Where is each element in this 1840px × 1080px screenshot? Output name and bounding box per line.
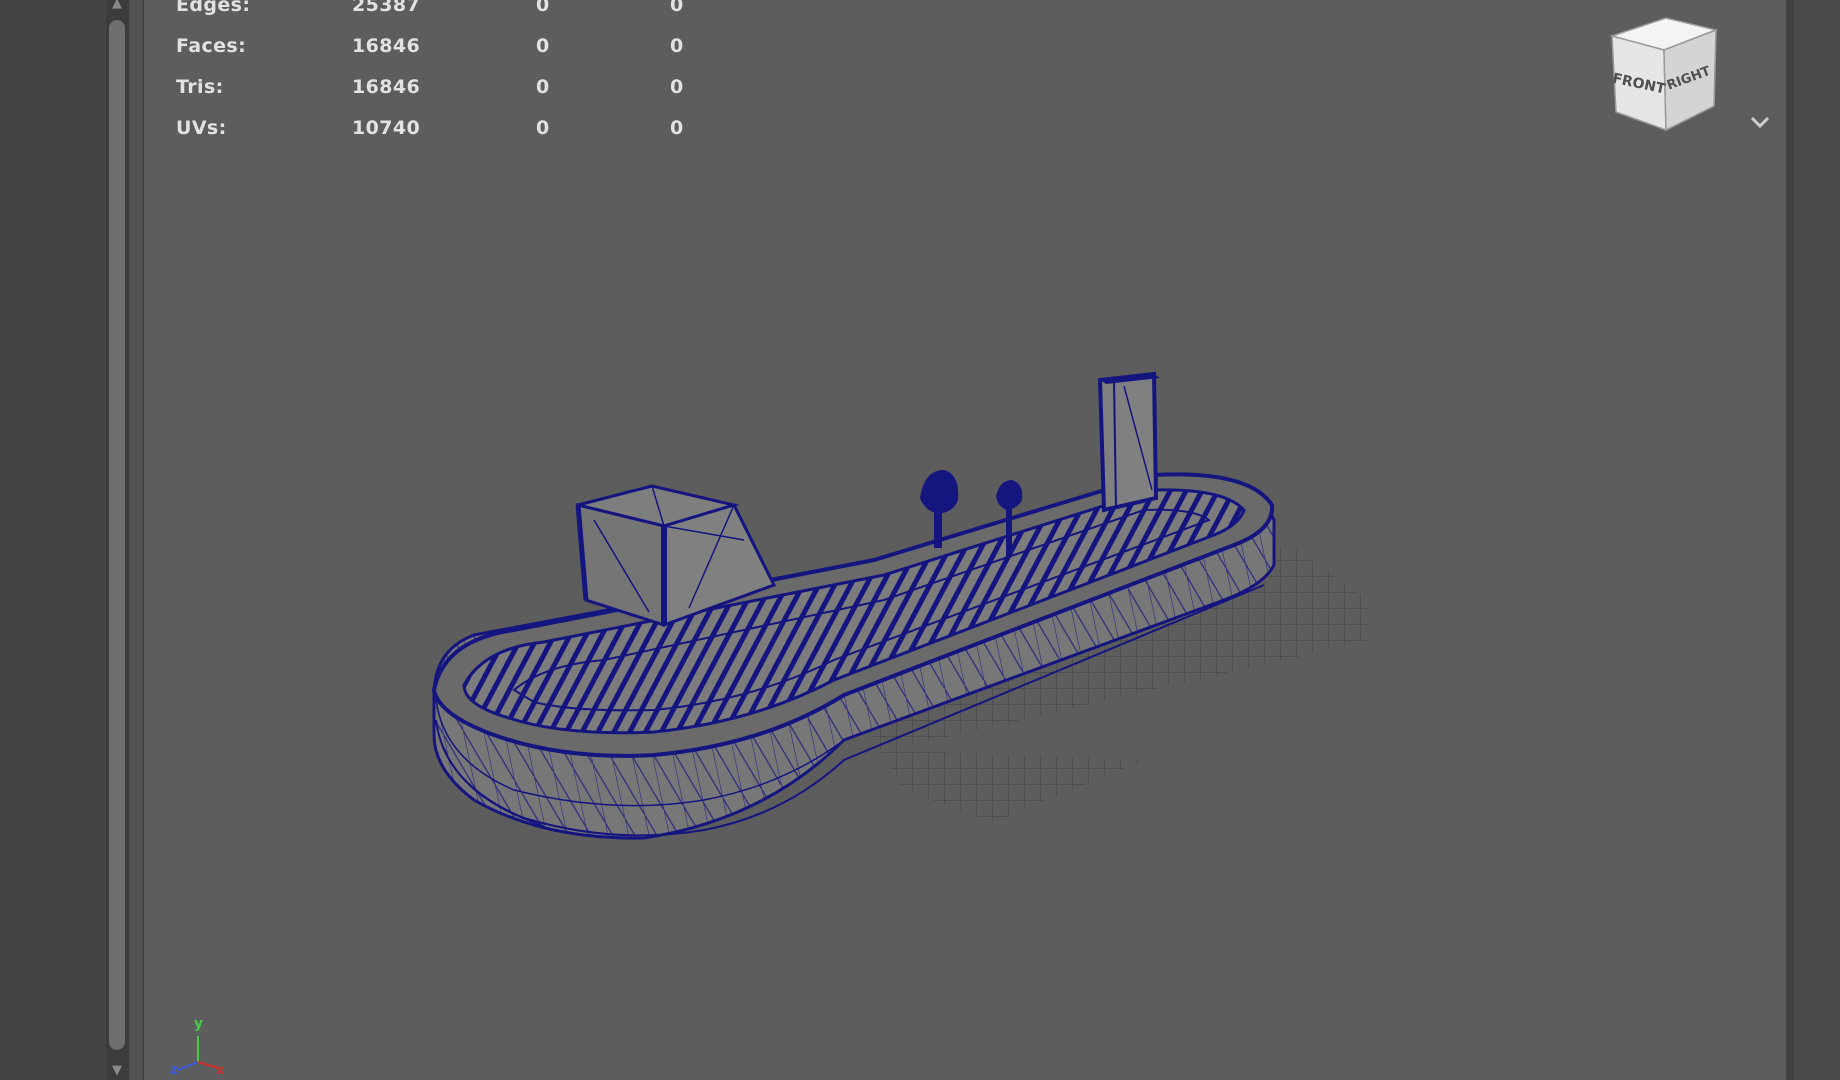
z-axis-label: z bbox=[170, 1063, 178, 1076]
vertical-scrollbar[interactable]: ▲ ▼ bbox=[106, 0, 128, 1080]
z-axis-line bbox=[177, 1061, 199, 1071]
scroll-up-arrow-icon[interactable]: ▲ bbox=[108, 0, 126, 11]
wireframe-model[interactable] bbox=[144, 0, 1786, 1080]
chevron-down-icon[interactable] bbox=[1748, 112, 1772, 132]
perspective-viewport[interactable]: Edges: 25387 0 0 Faces: 16846 0 0 Tris: … bbox=[144, 0, 1786, 1080]
left-panel bbox=[0, 0, 106, 1080]
panel-splitter[interactable] bbox=[128, 0, 144, 1080]
scrollbar-thumb[interactable] bbox=[109, 20, 125, 1050]
rear-panel bbox=[1097, 371, 1160, 513]
y-axis-label: y bbox=[194, 1016, 203, 1032]
right-panel bbox=[1794, 0, 1840, 1080]
view-cube[interactable]: FRONT RIGHT bbox=[1594, 8, 1734, 138]
x-axis-line bbox=[197, 1061, 219, 1069]
maya-window: ▲ ▼ Edges: 25387 0 0 Faces: 16846 0 0 Tr… bbox=[0, 0, 1840, 1080]
scroll-down-arrow-icon[interactable]: ▼ bbox=[108, 1064, 126, 1078]
axis-gizmo: y x z bbox=[170, 1016, 225, 1076]
x-axis-label: x bbox=[216, 1063, 225, 1076]
viewport-right-border bbox=[1786, 0, 1794, 1080]
